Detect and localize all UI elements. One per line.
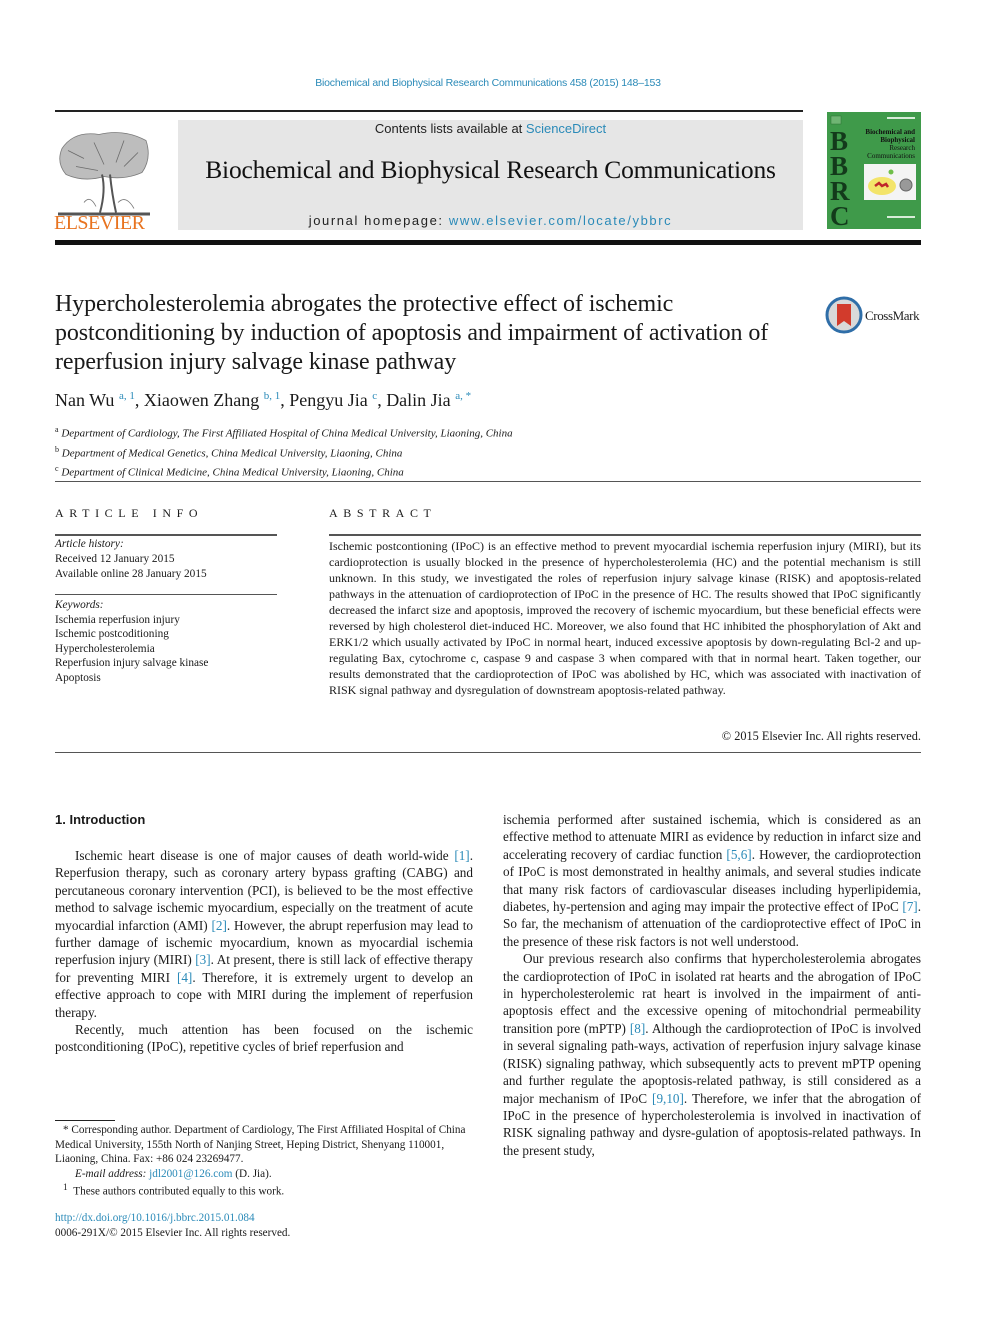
- email-link[interactable]: jdl2001@126.com: [149, 1168, 232, 1180]
- crossmark-icon: [825, 296, 863, 334]
- received-date: Received 12 January 2015: [55, 553, 175, 565]
- affiliation-mark: c: [55, 464, 59, 474]
- doi-link[interactable]: http://dx.doi.org/10.1016/j.bbrc.2015.01…: [55, 1211, 290, 1226]
- keyword-item: Ischemic postcoditioning: [55, 628, 169, 640]
- abstract-text: Ischemic postcontioning (IPoC) is an eff…: [329, 539, 921, 697]
- abstract-end-rule: [55, 752, 921, 753]
- header-thick-rule: [55, 240, 921, 245]
- reference-link[interactable]: [9,10]: [652, 1091, 684, 1106]
- sciencedirect-link[interactable]: ScienceDirect: [526, 121, 606, 136]
- paragraph: Recently, much attention has been focuse…: [55, 1022, 473, 1055]
- section-heading-introduction: 1. Introduction: [55, 812, 146, 827]
- svg-text:Communications: Communications: [867, 152, 915, 160]
- contents-available-line: Contents lists available at ScienceDirec…: [178, 121, 803, 136]
- affiliation-text: Department of Cardiology, The First Affi…: [61, 427, 513, 440]
- affiliation-mark: a: [55, 425, 59, 434]
- reference-link[interactable]: [4]: [177, 970, 192, 985]
- body-column-right: ischemia performed after sustained ische…: [503, 811, 921, 1159]
- author-name[interactable]: Dalin Jia: [386, 390, 451, 410]
- footnote-mark: 1: [63, 1183, 68, 1194]
- svg-text:Biochemical and: Biochemical and: [865, 128, 915, 136]
- homepage-prefix: journal homepage:: [308, 213, 449, 228]
- keyword-item: Ischemia reperfusion injury: [55, 613, 180, 626]
- journal-title: Biochemical and Biophysical Research Com…: [205, 155, 776, 184]
- elsevier-wordmark: ELSEVIER: [54, 212, 145, 234]
- abstract-copyright: © 2015 Elsevier Inc. All rights reserved…: [721, 729, 921, 743]
- keywords-rule: [55, 594, 277, 595]
- doi-block: http://dx.doi.org/10.1016/j.bbrc.2015.01…: [55, 1211, 290, 1241]
- author-name[interactable]: Nan Wu: [55, 390, 114, 410]
- crossmark-button[interactable]: CrossMark: [825, 296, 925, 336]
- author-marks[interactable]: a, *: [455, 390, 471, 402]
- reference-link[interactable]: [2]: [212, 918, 227, 933]
- svg-text:C: C: [830, 201, 850, 229]
- svg-text:Biophysical: Biophysical: [880, 136, 915, 144]
- article-info-heading: ARTICLE INFO: [55, 506, 204, 520]
- reference-link[interactable]: [7]: [902, 899, 917, 914]
- keyword-item: Apoptosis: [55, 671, 101, 684]
- author-list: Nan Wu a, 1, Xiaowen Zhang b, 1, Pengyu …: [55, 390, 472, 410]
- abstract-rule: [329, 534, 921, 536]
- author-name[interactable]: Pengyu Jia: [289, 390, 368, 410]
- crossmark-label: CrossMark: [865, 308, 920, 323]
- journal-homepage-line: journal homepage: www.elsevier.com/locat…: [178, 213, 803, 228]
- header-divider: [55, 110, 803, 112]
- reference-link[interactable]: [8]: [630, 1021, 645, 1036]
- email-label: E-mail address:: [75, 1167, 150, 1180]
- affiliation-list: a Department of Cardiology, The First Af…: [55, 422, 513, 481]
- svg-text:Research: Research: [889, 144, 915, 152]
- affiliation-item: b Department of Medical Genetics, China …: [55, 442, 513, 462]
- equal-contribution-note: 1 These authors contributed equally to t…: [55, 1181, 475, 1199]
- footnote-rule: [55, 1120, 115, 1121]
- journal-homepage-link[interactable]: www.elsevier.com/locate/ybbrc: [449, 213, 672, 228]
- text-run: Ischemic heart disease is one of major c…: [75, 848, 455, 863]
- article-title: Hypercholesterolemia abrogates the prote…: [55, 291, 769, 375]
- paragraph: ischemia performed after sustained ische…: [503, 811, 921, 950]
- affiliation-item: a Department of Cardiology, The First Af…: [55, 422, 513, 442]
- reference-link[interactable]: [3]: [195, 952, 210, 967]
- email-note: E-mail address: jdl2001@126.com (D. Jia)…: [55, 1167, 475, 1182]
- affiliation-text: Department of Clinical Medicine, China M…: [61, 466, 404, 479]
- reference-link[interactable]: [1]: [454, 848, 469, 863]
- available-date: Available online 28 January 2015: [55, 568, 207, 580]
- author-marks[interactable]: a, 1: [119, 390, 135, 402]
- issn-copyright: 0006-291X/© 2015 Elsevier Inc. All right…: [55, 1227, 291, 1239]
- affiliation-text: Department of Medical Genetics, China Me…: [61, 447, 403, 460]
- paragraph: Ischemic heart disease is one of major c…: [55, 847, 473, 1021]
- footnotes: * Corresponding author. Department of Ca…: [55, 1123, 475, 1200]
- affiliation-item: c Department of Clinical Medicine, China…: [55, 461, 513, 481]
- author-marks[interactable]: c: [372, 390, 377, 402]
- equal-contribution-text: These authors contributed equally to thi…: [73, 1186, 285, 1199]
- corresponding-author-note: * Corresponding author. Department of Ca…: [55, 1124, 466, 1166]
- contents-prefix: Contents lists available at: [374, 121, 526, 136]
- body-column-left: Ischemic heart disease is one of major c…: [55, 847, 473, 1056]
- reference-link[interactable]: [5,6]: [726, 847, 751, 862]
- section-divider: [55, 481, 921, 482]
- author-name[interactable]: Xiaowen Zhang: [144, 390, 259, 410]
- keyword-item: Hypercholesterolemia: [55, 642, 155, 655]
- author-marks[interactable]: b, 1: [264, 390, 281, 402]
- paragraph: Our previous research also confirms that…: [503, 950, 921, 1159]
- affiliation-mark: b: [55, 444, 59, 454]
- keyword-item: Reperfusion injury salvage kinase: [55, 657, 209, 669]
- history-label: Article history:: [55, 538, 124, 550]
- keywords-list: Keywords: Ischemia reperfusion injury Is…: [55, 598, 277, 685]
- article-history: Article history: Received 12 January 201…: [55, 537, 277, 582]
- email-suffix: (D. Jia).: [232, 1167, 272, 1180]
- abstract-heading: ABSTRACT: [329, 506, 437, 520]
- keywords-label: Keywords:: [55, 599, 104, 611]
- bbrc-cover-icon: B B R C Biochemical and Biophysical Rese…: [827, 112, 921, 231]
- journal-citation-link[interactable]: Biochemical and Biophysical Research Com…: [0, 77, 976, 89]
- journal-cover-thumbnail[interactable]: B B R C Biochemical and Biophysical Rese…: [827, 112, 921, 231]
- article-info-rule: [55, 534, 277, 536]
